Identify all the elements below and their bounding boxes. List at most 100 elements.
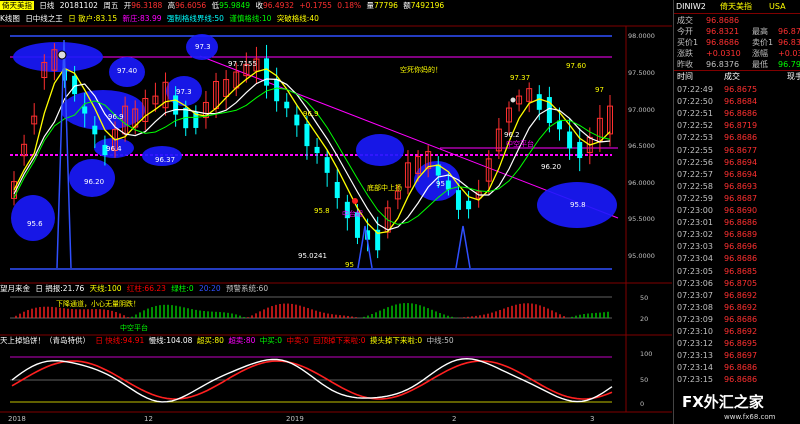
indicator2-note: 下降通道，小心无量阴跌！ xyxy=(56,299,140,308)
panel-row-label: 最低 xyxy=(752,60,768,69)
candle-body xyxy=(92,125,98,135)
quote-panel: DINIW2 倚天美指 USA 成交 96.8686 今开 96.8321 最高… xyxy=(673,0,800,424)
chart-label: 96.4 xyxy=(106,145,122,153)
candle-body xyxy=(304,123,310,147)
panel-row-value: 96.8321 xyxy=(706,27,740,36)
tick-price: 96.8686 xyxy=(724,314,758,324)
indicator2-axis-label: 50 xyxy=(640,294,648,302)
signal-dot xyxy=(352,198,358,204)
candle-body xyxy=(567,131,573,149)
chart-label: 97.37 xyxy=(510,74,530,82)
indicator2-title[interactable]: 望月来金 xyxy=(0,284,30,293)
indicator3-item: 摸头掉下来啦:0 xyxy=(369,336,423,345)
tick-time: 07:23:02 xyxy=(677,230,713,240)
chart-label: 97.7155 xyxy=(228,60,257,68)
tick-price: 96.8686 xyxy=(724,218,758,228)
panel-row-label: 涨幅 xyxy=(752,49,768,58)
chart-label: 97 xyxy=(595,86,604,94)
indicator2-axis-label: 20 xyxy=(640,315,648,323)
panel-row-value: 96.87 xyxy=(778,27,800,36)
candle-body xyxy=(466,200,472,210)
tick-price: 96.8697 xyxy=(724,351,758,361)
tick-price: 96.8695 xyxy=(724,339,758,349)
indicator2-item: 绿柱:0 xyxy=(171,284,194,293)
time-axis-label: 2 xyxy=(452,415,456,423)
tick-price: 96.8686 xyxy=(724,133,758,143)
panel-row-value: +0.0310 xyxy=(706,49,741,58)
chart-label: 96.20 xyxy=(84,178,104,186)
tick-time: 07:23:07 xyxy=(677,290,713,300)
indicator3-axis-label: 0 xyxy=(640,400,644,408)
indicator3-item: 中线:50 xyxy=(426,336,454,345)
tick-time: 07:22:57 xyxy=(677,169,713,179)
watermark-logo: FX外汇之家 xyxy=(682,393,764,411)
tick-price: 96.8690 xyxy=(724,206,758,215)
tick-price: 96.8686 xyxy=(724,254,758,264)
indicator2-item: 红柱:66.23 xyxy=(126,284,166,293)
kline-chart[interactable]: 97.3 97.40 97.7155 97.3 96.9 96.4 96.37 … xyxy=(0,0,672,424)
chart-label: 95 xyxy=(436,180,445,188)
panel-row-label: 卖价1 xyxy=(752,38,774,47)
panel-row-label: 昨收 xyxy=(677,60,693,69)
tick-time: 07:22:58 xyxy=(677,181,713,191)
chart-label: 95.6 xyxy=(27,220,43,228)
price-axis-label: 96.5000 xyxy=(628,142,655,150)
indicator3-bar: 天上掉馅饼！（青岛特供） 日 快线:94.91 慢线:104.08 超买:80 … xyxy=(0,336,672,346)
tick-price: 96.8689 xyxy=(724,230,758,240)
tick-price: 96.8686 xyxy=(724,363,758,373)
tick-time: 07:23:06 xyxy=(677,278,713,288)
candle-body xyxy=(536,94,542,110)
candle-body xyxy=(324,157,330,173)
tick-price: 96.8694 xyxy=(724,169,758,179)
time-axis-label: 2018 xyxy=(8,415,26,423)
tick-price: 96.8694 xyxy=(724,157,758,167)
chart-label: 95.8 xyxy=(314,207,330,215)
tick-price: 96.8692 xyxy=(724,327,758,336)
chart-label: 96.9 xyxy=(108,113,124,121)
marker-icon xyxy=(509,96,517,104)
tick-time: 07:22:52 xyxy=(677,121,713,131)
time-axis-label: 2019 xyxy=(286,415,304,423)
tick-time: 07:22:53 xyxy=(677,133,713,143)
candle-body xyxy=(274,78,280,102)
panel-market: USA xyxy=(769,2,786,11)
tick-time: 07:22:56 xyxy=(677,157,713,167)
indicator2-item: 天线:100 xyxy=(89,284,122,293)
tick-price: 96.8719 xyxy=(724,121,758,131)
tick-price: 96.8696 xyxy=(724,242,758,252)
chart-label: 97.3 xyxy=(176,88,192,96)
indicator3-title[interactable]: 天上掉馅饼！（青岛特供） xyxy=(0,336,90,345)
panel-row-label: 涨跌 xyxy=(677,49,693,58)
tick-time: 07:23:09 xyxy=(677,314,713,324)
chart-label: 中空平台 xyxy=(506,139,534,148)
tick-price: 96.8687 xyxy=(724,193,758,203)
chart-label: 95 xyxy=(345,261,354,269)
candle-body xyxy=(445,180,451,190)
panel-row-label: 最高 xyxy=(752,27,768,36)
tick-time: 07:23:14 xyxy=(677,363,713,373)
panel-row-value: +0.03 xyxy=(778,49,800,58)
candle-body xyxy=(314,146,320,154)
indicator2-item: 20:20 xyxy=(199,284,221,293)
price-axis-label: 98.0000 xyxy=(628,32,655,40)
chart-label: 空死你妈的！ xyxy=(400,65,442,74)
candle-body xyxy=(173,95,179,115)
panel-row-value: 96.83 xyxy=(778,38,800,47)
tick-price: 96.8677 xyxy=(724,145,758,155)
chart-label: 97.40 xyxy=(117,67,137,75)
indicator3-item: 日 快线:94.91 xyxy=(95,336,145,345)
tick-price: 96.8685 xyxy=(724,266,758,276)
tick-time: 07:22:55 xyxy=(677,145,713,155)
indicator2-item: 预警系统:60 xyxy=(226,284,269,293)
tick-time: 07:23:08 xyxy=(677,302,713,312)
candle-body xyxy=(577,141,583,159)
tick-time: 07:23:00 xyxy=(677,206,713,215)
tick-time: 07:22:51 xyxy=(677,109,713,119)
candle-body xyxy=(294,114,300,126)
panel-code: DINIW2 xyxy=(676,2,706,11)
indicator3-item: 慢线:104.08 xyxy=(148,336,193,345)
panel-row-value: 96.8376 xyxy=(706,60,740,69)
tick-price: 96.8692 xyxy=(724,290,758,300)
indicator2-bar: 望月来金 日 捐报:21.76 天线:100 红柱:66.23 绿柱:0 20:… xyxy=(0,284,672,294)
indicator2-note2: 中空平台 xyxy=(120,323,148,332)
